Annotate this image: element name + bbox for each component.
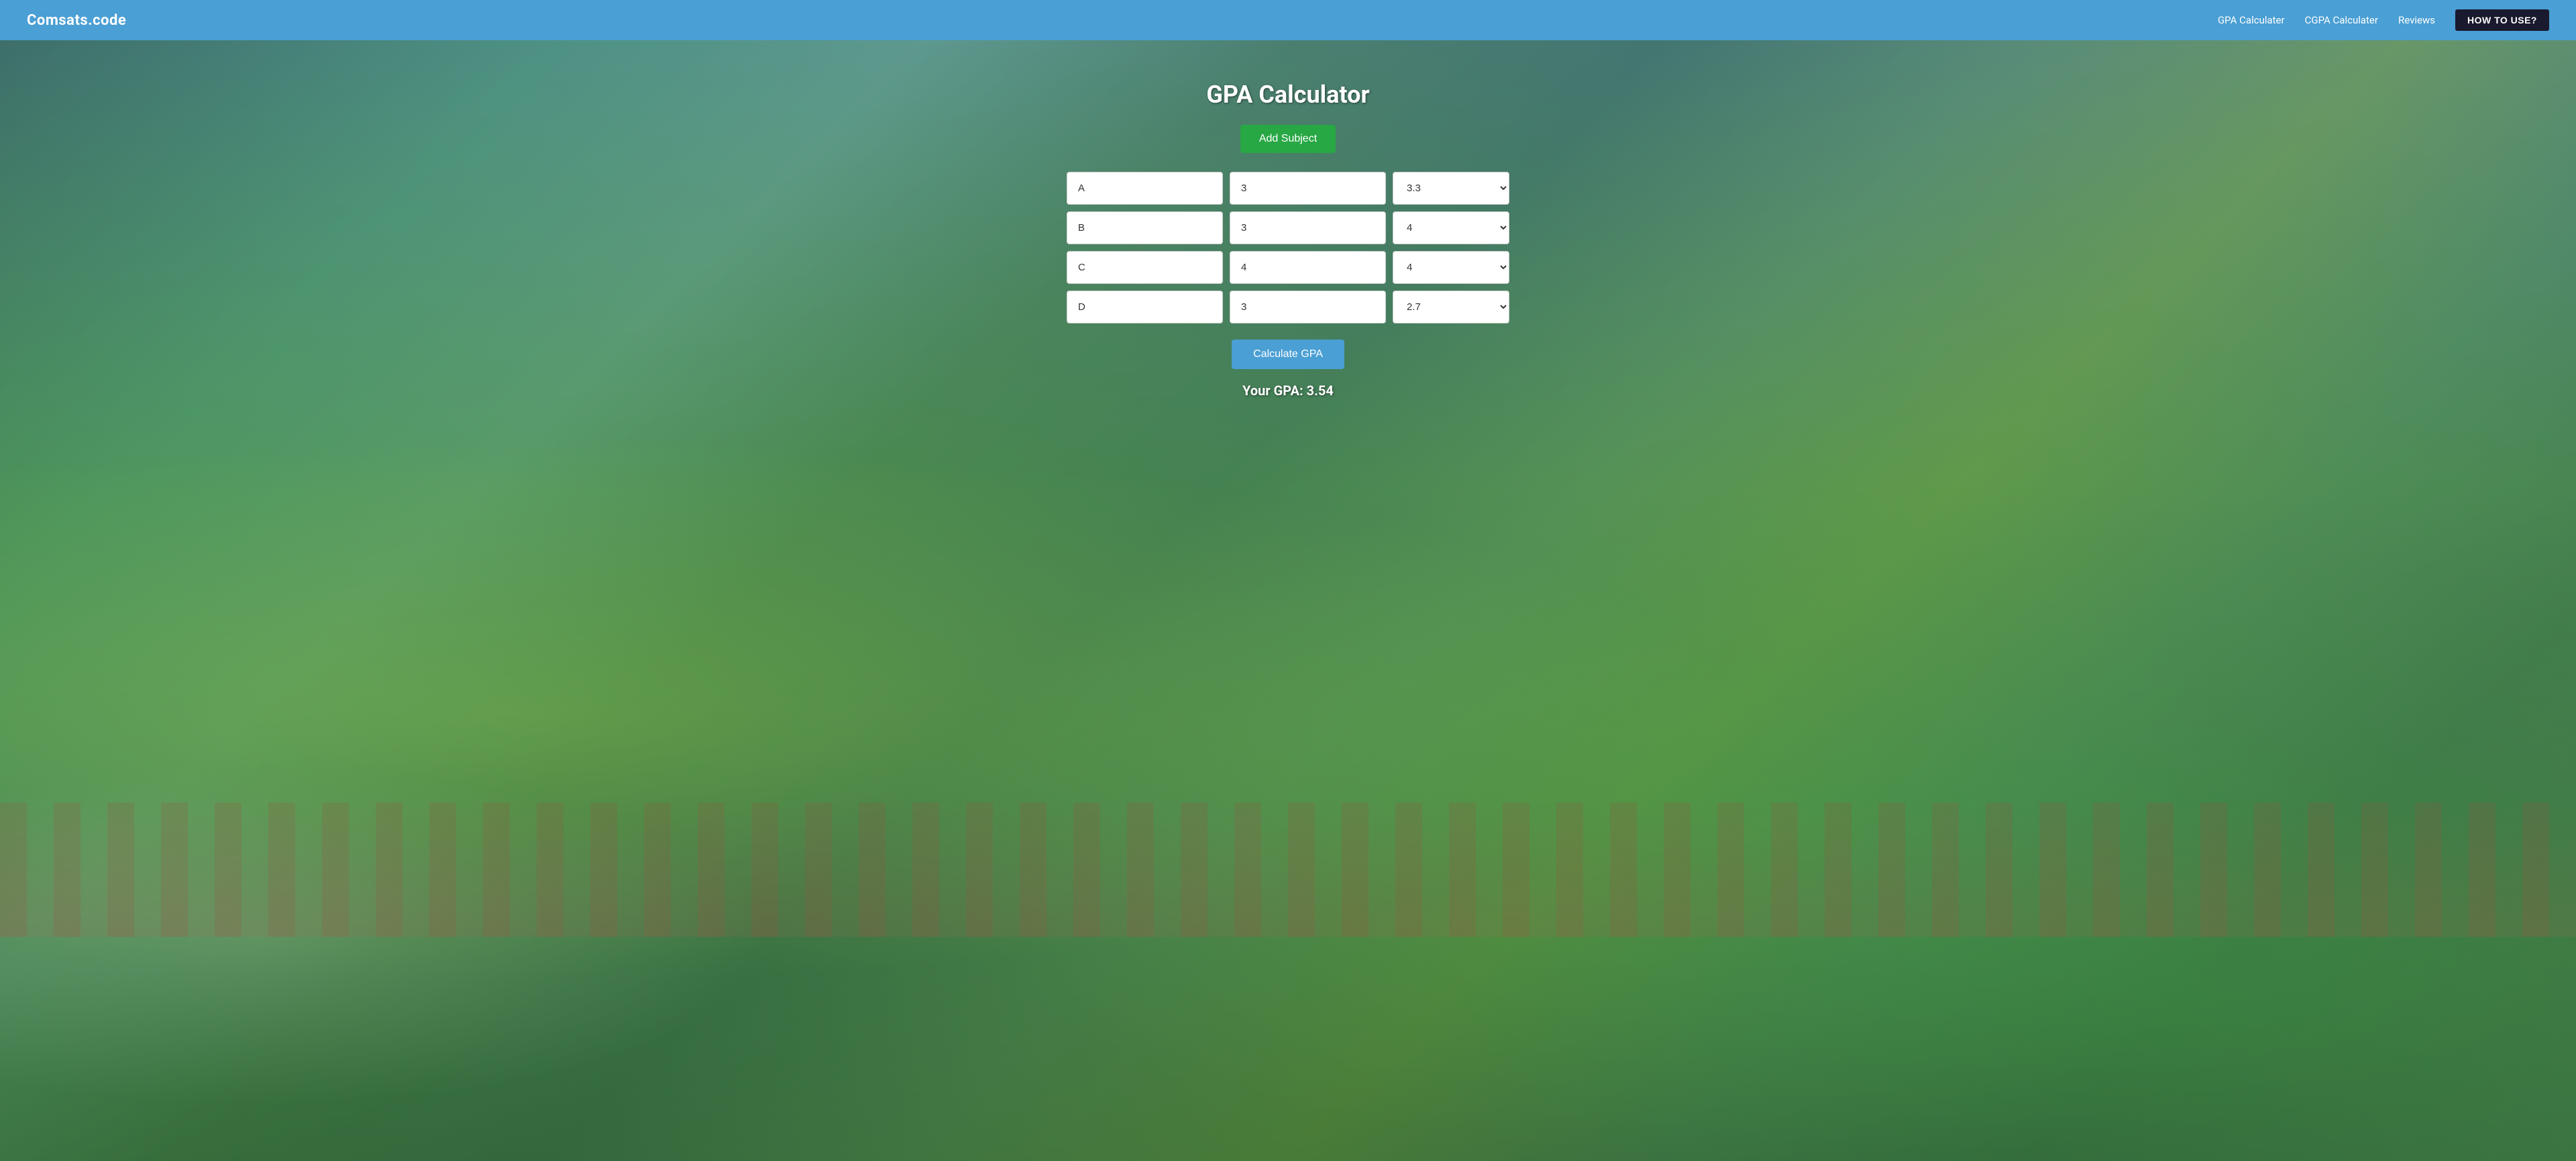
subjects-container: 3.3 4.0 3.7 3.0 2.7 2.3 2.0 1.7 1.3 1.0 …: [1067, 172, 1509, 323]
gpa-result: Your GPA: 3.54: [1067, 383, 1509, 399]
subject-name-input-1[interactable]: [1067, 172, 1223, 205]
hero-section: GPA Calculator Add Subject 3.3 4.0 3.7 3…: [0, 40, 2576, 1161]
credit-hours-input-3[interactable]: [1230, 251, 1386, 284]
main-header: Comsats.code GPA Calculater CGPA Calcula…: [0, 0, 2576, 40]
calculate-gpa-button[interactable]: Calculate GPA: [1232, 340, 1344, 369]
hero-content: GPA Calculator Add Subject 3.3 4.0 3.7 3…: [1053, 81, 1523, 399]
table-row: 3.3 4.0 3.7 3.0 2.7 2.3 2.0 1.7 1.3 1.0 …: [1067, 172, 1509, 205]
page-title: GPA Calculator: [1067, 81, 1509, 109]
add-subject-button[interactable]: Add Subject: [1240, 125, 1336, 153]
table-row: 4 3.7 3.3 3.0 2.7 2.3 2.0 1.7 1.3 1.0 0.…: [1067, 251, 1509, 284]
table-row: 2.7 4.0 3.7 3.3 3.0 2.3 2.0 1.7 1.3 1.0 …: [1067, 291, 1509, 323]
credit-hours-input-2[interactable]: [1230, 211, 1386, 244]
grade-select-1[interactable]: 3.3 4.0 3.7 3.0 2.7 2.3 2.0 1.7 1.3 1.0 …: [1393, 172, 1509, 205]
nav-reviews[interactable]: Reviews: [2398, 14, 2435, 26]
site-logo: Comsats.code: [27, 12, 126, 29]
subject-name-input-2[interactable]: [1067, 211, 1223, 244]
credit-hours-input-4[interactable]: [1230, 291, 1386, 323]
grade-select-2[interactable]: 4 3.7 3.3 3.0 2.7 2.3 2.0 1.7 1.3 1.0 0.…: [1393, 211, 1509, 244]
nav-cgpa-calculator[interactable]: CGPA Calculater: [2305, 14, 2378, 26]
grade-select-4[interactable]: 2.7 4.0 3.7 3.3 3.0 2.3 2.0 1.7 1.3 1.0 …: [1393, 291, 1509, 323]
how-to-use-button[interactable]: HOW TO USE?: [2455, 9, 2549, 31]
table-row: 4 3.7 3.3 3.0 2.7 2.3 2.0 1.7 1.3 1.0 0.…: [1067, 211, 1509, 244]
grade-select-3[interactable]: 4 3.7 3.3 3.0 2.7 2.3 2.0 1.7 1.3 1.0 0.…: [1393, 251, 1509, 284]
main-nav: GPA Calculater CGPA Calculater Reviews H…: [2218, 9, 2549, 31]
subject-name-input-4[interactable]: [1067, 291, 1223, 323]
subject-name-input-3[interactable]: [1067, 251, 1223, 284]
nav-gpa-calculator[interactable]: GPA Calculater: [2218, 14, 2285, 26]
credit-hours-input-1[interactable]: [1230, 172, 1386, 205]
